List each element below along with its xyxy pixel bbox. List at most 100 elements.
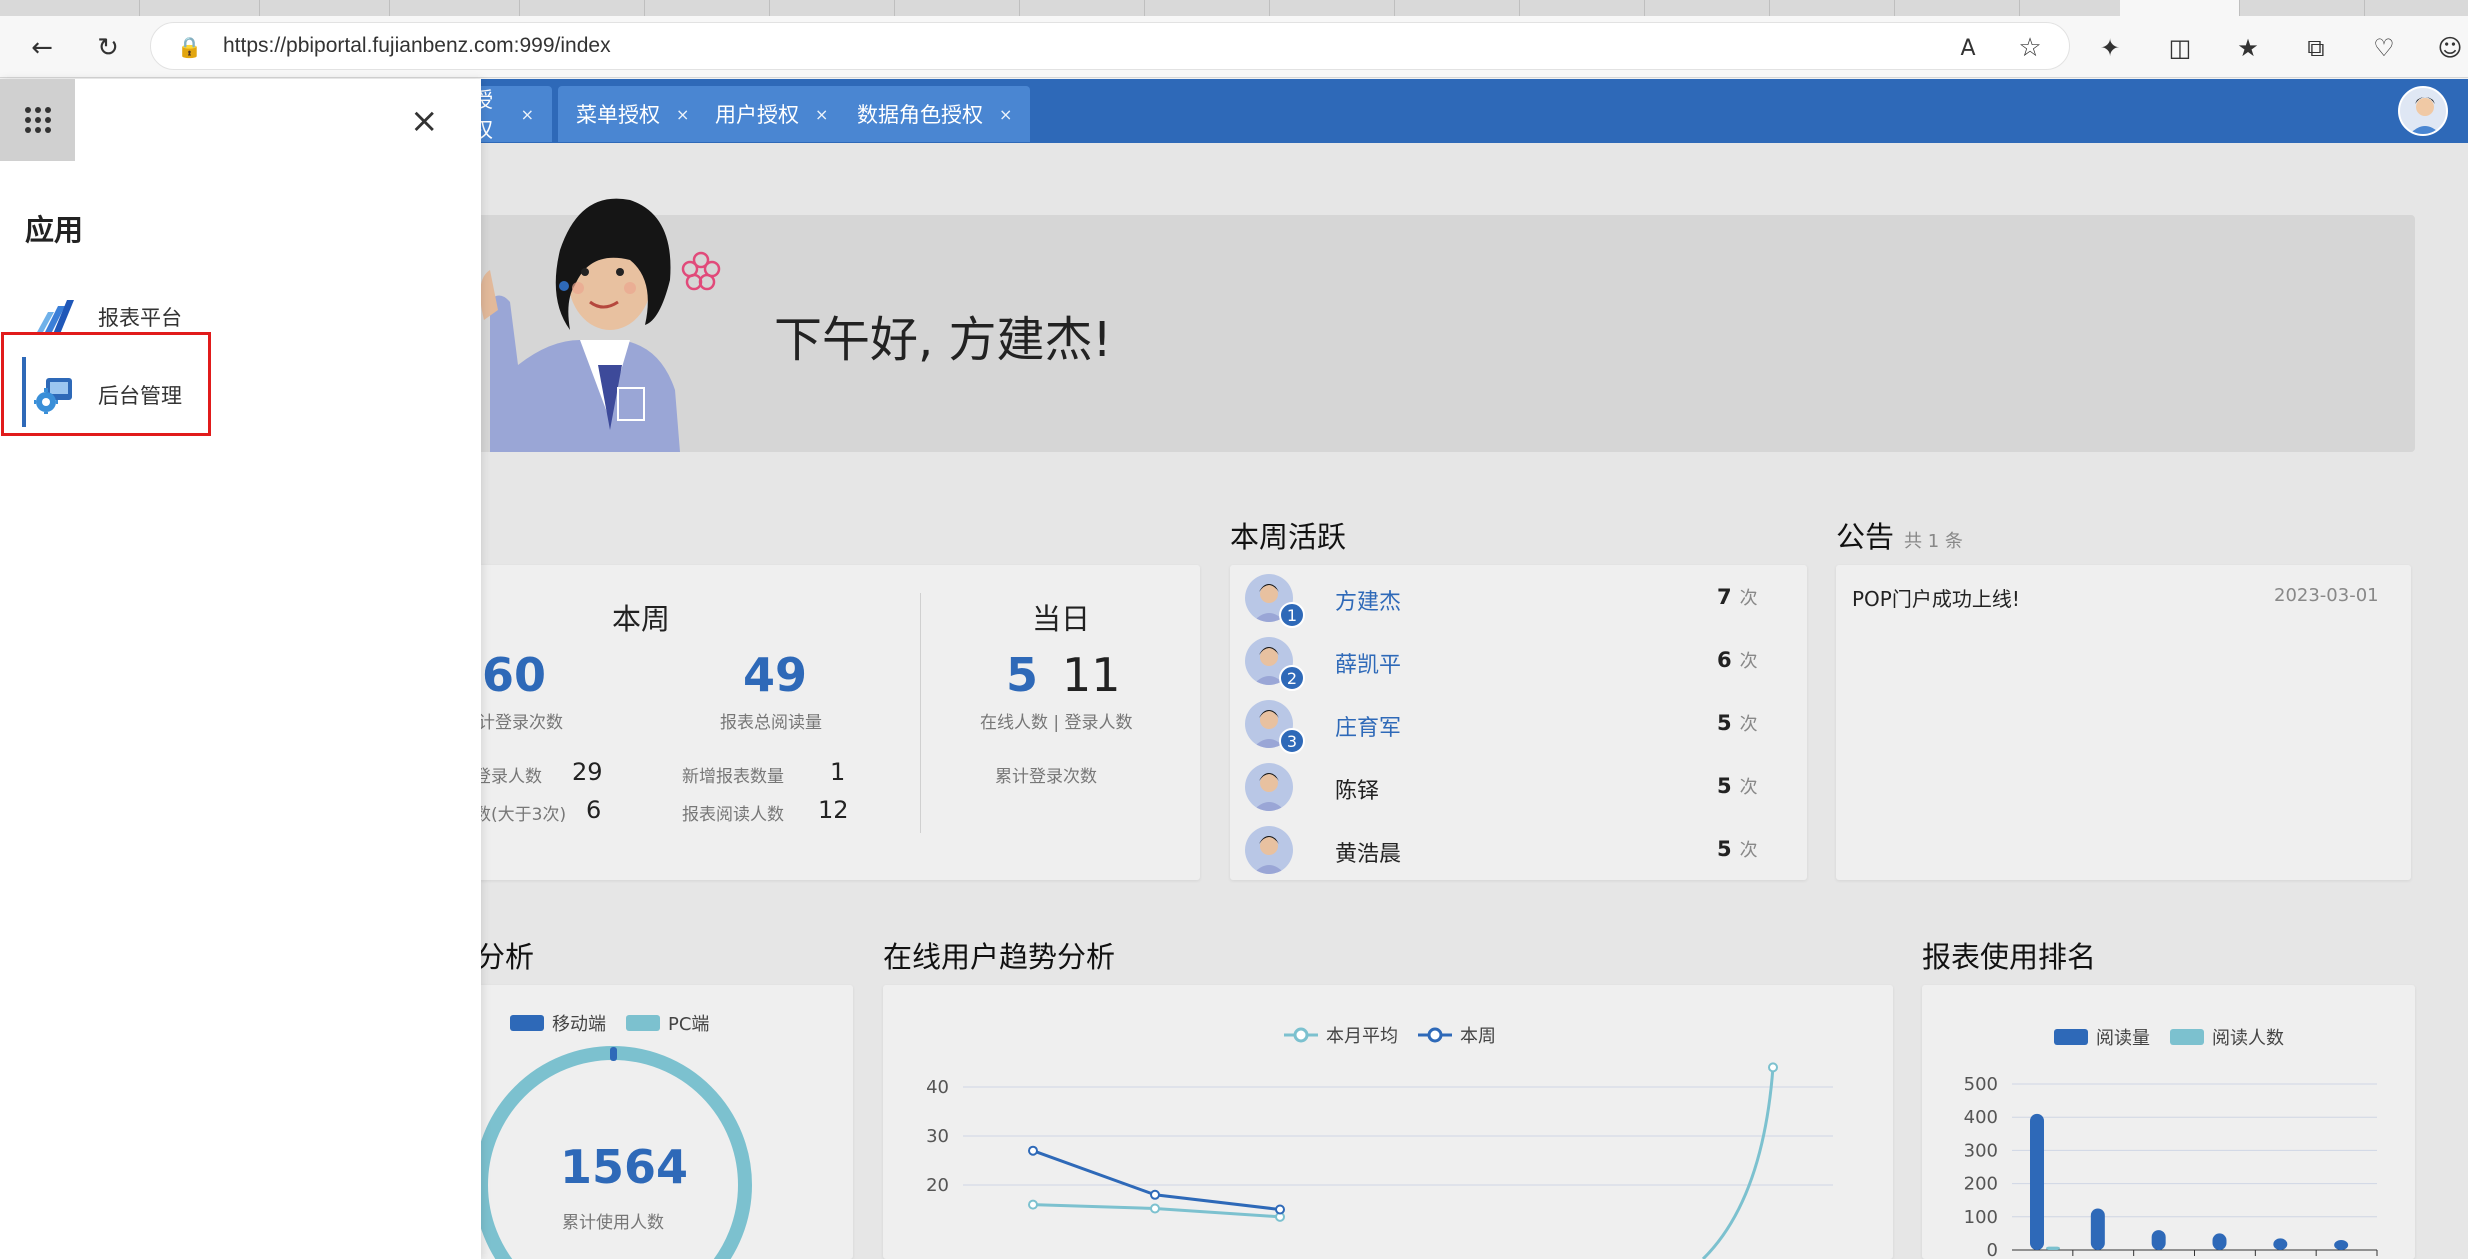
ranking-panel-title: 报表使用排名	[1922, 940, 2097, 974]
activity-count-unit: 次	[1739, 714, 1758, 735]
activity-count-value: 5	[1717, 711, 1732, 735]
browser-tab[interactable]	[1645, 0, 1770, 16]
activity-user-name[interactable]: 薛凯平	[1335, 647, 1401, 679]
browser-tab[interactable]	[1895, 0, 2020, 16]
activity-count-unit: 次	[1739, 651, 1758, 672]
waffle-icon	[24, 107, 51, 133]
donut-slice-mobile	[610, 1047, 617, 1061]
browser-tab[interactable]	[390, 0, 520, 16]
legend-mobile[interactable]: 移动端	[510, 1010, 606, 1036]
activity-row[interactable]: 1 方建杰 7次	[1245, 574, 1785, 630]
back-icon[interactable]: ←	[24, 30, 60, 66]
browser-tab[interactable]	[1520, 0, 1645, 16]
bar-reads	[2334, 1240, 2349, 1250]
activity-user-name[interactable]: 方建杰	[1335, 584, 1401, 616]
activity-count-unit: 次	[1739, 588, 1758, 609]
activity-row[interactable]: 3 庄育军 5次	[1245, 700, 1785, 756]
extensions-icon[interactable]: ✦	[2092, 30, 2128, 66]
app-tab-label: 数据角色授权	[857, 103, 983, 127]
browser-tab[interactable]	[1145, 0, 1270, 16]
legend-readers[interactable]: 阅读人数	[2170, 1024, 2284, 1050]
activity-row[interactable]: 陈铎 5次	[1245, 763, 1785, 819]
browser-tab[interactable]	[2240, 0, 2365, 16]
legend-reads[interactable]: 阅读量	[2054, 1024, 2150, 1050]
browser-essentials-icon[interactable]: ♡	[2366, 30, 2402, 66]
browser-tab[interactable]	[1395, 0, 1520, 16]
browser-tab[interactable]	[260, 0, 390, 16]
profile-icon[interactable]: ☺	[2432, 30, 2468, 66]
activity-count: 5次	[1717, 710, 1758, 736]
legend-pc[interactable]: PC端	[626, 1010, 709, 1036]
activity-user-name[interactable]: 陈铎	[1335, 773, 1379, 805]
browser-tab[interactable]	[0, 0, 140, 16]
app-tab[interactable]: 数据角色授权 ×	[839, 86, 1031, 142]
bar-readers	[2046, 1246, 2060, 1250]
welcome-banner	[470, 215, 2415, 452]
legend-label: PC端	[668, 1014, 710, 1035]
report-readers-value: 12	[818, 796, 849, 824]
browser-tab[interactable]	[770, 0, 895, 16]
close-icon[interactable]: ×	[521, 105, 534, 124]
drawer-title: 应用	[25, 213, 84, 247]
browser-tab[interactable]	[140, 0, 260, 16]
app-tab-label: 菜单授权	[576, 103, 660, 127]
app-tab[interactable]: 用户授权 ×	[697, 86, 847, 142]
report-platform-icon	[36, 300, 74, 334]
read-aloud-icon[interactable]: A	[1950, 30, 1986, 66]
user-avatar[interactable]	[2398, 86, 2448, 136]
activity-user-name[interactable]: 庄育军	[1335, 710, 1401, 742]
y-tick-label: 20	[926, 1175, 949, 1196]
browser-tab-active[interactable]	[2120, 0, 2240, 16]
activity-row[interactable]: 2 薛凯平 6次	[1245, 637, 1785, 693]
browser-tab[interactable]	[1770, 0, 1895, 16]
data-point	[1028, 1145, 1038, 1156]
week-heading: 本周	[612, 602, 671, 636]
lock-icon: 🔒	[177, 35, 202, 59]
notice-item-text[interactable]: POP门户成功上线!	[1852, 583, 2020, 612]
legend-swatch	[2054, 1029, 2088, 1045]
rank-badge: 3	[1279, 728, 1305, 754]
activity-title: 本周活跃	[1230, 520, 1347, 554]
browser-tab[interactable]	[645, 0, 770, 16]
new-reports-label: 新增报表数量	[682, 767, 784, 787]
app-launcher-drawer	[0, 79, 481, 1259]
split-screen-icon[interactable]: ◫	[2162, 30, 2198, 66]
data-point	[1275, 1204, 1285, 1215]
legend-this-week[interactable]: 本周	[1418, 1022, 1496, 1048]
collections-icon[interactable]: ⧉	[2298, 30, 2334, 66]
favorite-star-icon[interactable]: ☆	[2012, 30, 2048, 66]
notice-card	[1836, 565, 2411, 880]
address-bar[interactable]: 🔒 https://pbiportal.fujianbenz.com:999/i…	[150, 22, 2070, 70]
report-readers-label: 报表阅读人数	[682, 805, 784, 825]
device-panel-title: 分析	[476, 940, 535, 974]
bar-reads	[2212, 1233, 2227, 1250]
close-icon[interactable]: ×	[410, 104, 439, 138]
activity-count-unit: 次	[1739, 840, 1758, 861]
url-text: https://pbiportal.fujianbenz.com:999/ind…	[223, 34, 611, 57]
activity-count: 6次	[1717, 647, 1758, 673]
app-tab[interactable]: 菜单授权 ×	[558, 86, 708, 142]
online-now-value: 5	[1006, 648, 1039, 702]
trend-panel-title: 在线用户趋势分析	[883, 940, 1116, 974]
close-icon[interactable]: ×	[815, 105, 828, 124]
activity-count: 7次	[1717, 584, 1758, 610]
data-point	[1028, 1199, 1038, 1210]
activity-row[interactable]: 黄浩晨 5次	[1245, 826, 1785, 882]
browser-tab[interactable]	[1020, 0, 1145, 16]
close-icon[interactable]: ×	[676, 105, 689, 124]
welcome-greeting: 下午好, 方建杰!	[774, 312, 1112, 368]
browser-tab[interactable]	[1270, 0, 1395, 16]
browser-tab[interactable]	[520, 0, 645, 16]
y-tick-label: 30	[926, 1126, 949, 1147]
y-tick-label: 500	[1964, 1074, 1998, 1095]
refresh-icon[interactable]: ↻	[90, 30, 126, 66]
legend-month-avg[interactable]: 本月平均	[1284, 1022, 1398, 1048]
bar-reads	[2273, 1238, 2288, 1250]
y-tick-label: 300	[1964, 1140, 1998, 1161]
app-launcher-button[interactable]	[0, 79, 75, 161]
close-icon[interactable]: ×	[999, 105, 1012, 124]
activity-user-name[interactable]: 黄浩晨	[1335, 836, 1401, 868]
browser-tab[interactable]	[895, 0, 1020, 16]
favorites-icon[interactable]: ★	[2230, 30, 2266, 66]
notice-title: 公告共 1 条	[1836, 514, 1963, 556]
